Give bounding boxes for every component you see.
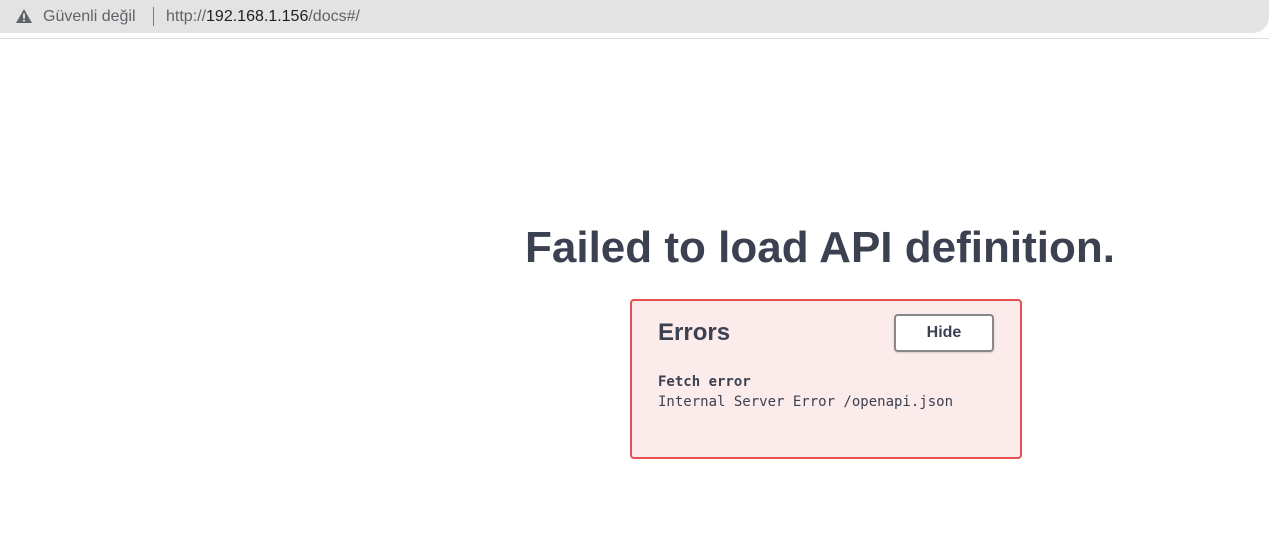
address-divider [153, 7, 154, 26]
url-host: 192.168.1.156 [206, 8, 309, 25]
warning-triangle-icon[interactable] [16, 9, 32, 23]
url-text[interactable]: http://192.168.1.156/docs#/ [166, 7, 360, 26]
address-bar[interactable]: Güvenli değil http://192.168.1.156/docs#… [0, 0, 1269, 33]
url-prefix: http:// [166, 8, 207, 25]
error-title: Fetch error [658, 374, 751, 390]
toolbar-divider [0, 38, 1269, 39]
security-status-label[interactable]: Güvenli değil [43, 7, 136, 26]
url-path: /docs#/ [308, 8, 360, 25]
page-title: Failed to load API definition. [525, 223, 1115, 272]
error-message: Internal Server Error /openapi.json [658, 394, 954, 410]
hide-button[interactable]: Hide [894, 314, 994, 352]
errors-panel: Errors Hide Fetch error Internal Server … [630, 299, 1022, 459]
errors-heading: Errors [658, 319, 731, 346]
